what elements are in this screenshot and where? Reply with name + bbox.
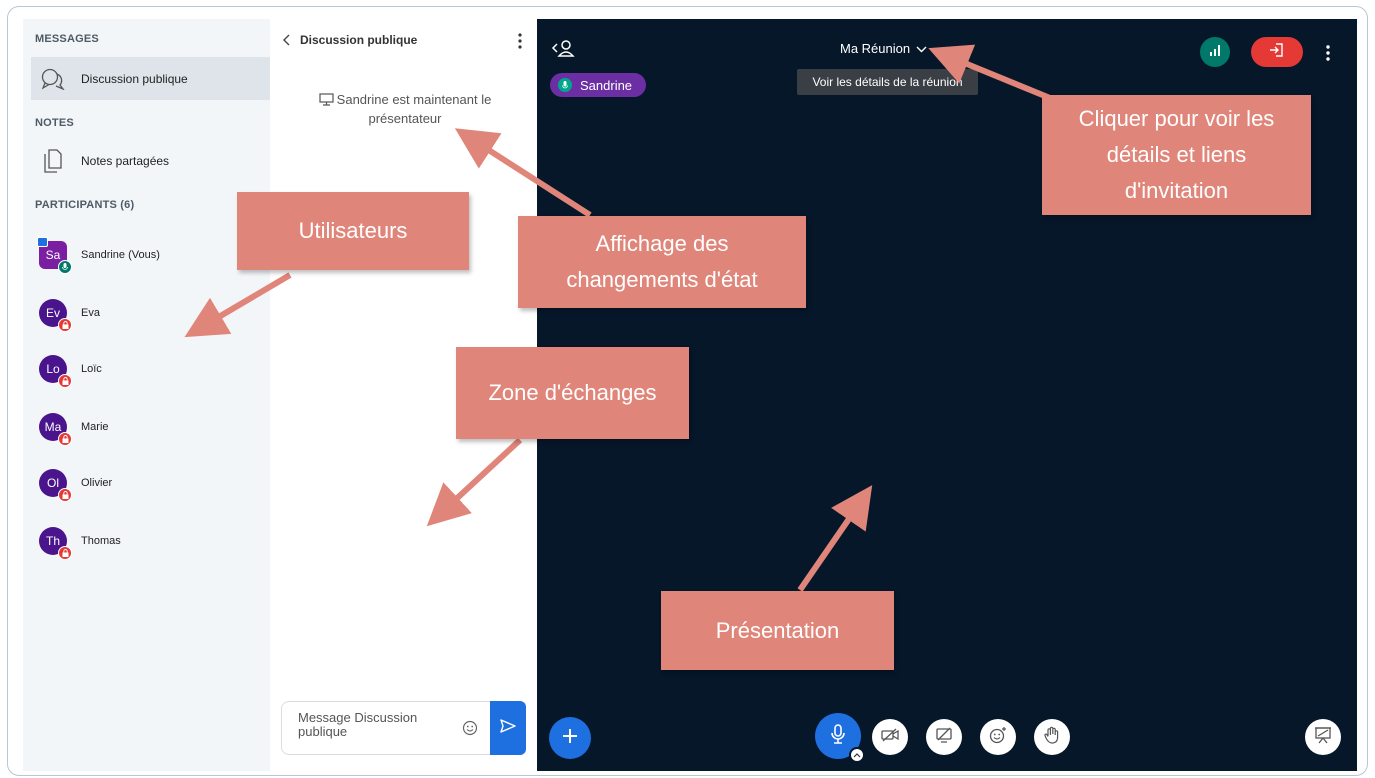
raise-hand-button[interactable]	[1034, 719, 1070, 755]
participant-name: Thomas	[81, 535, 121, 547]
presentation-icon	[1314, 726, 1332, 749]
participant-item[interactable]: Ev Eva	[23, 291, 270, 335]
public-chat-label: Discussion publique	[81, 71, 188, 86]
kebab-menu-icon[interactable]	[518, 33, 522, 54]
avatar: Ma	[39, 413, 72, 446]
notes-section-title: NOTES	[35, 117, 74, 129]
messages-section-title: MESSAGES	[35, 33, 99, 45]
sidebar: MESSAGES Discussion publique NOTES Notes…	[23, 19, 270, 771]
lock-icon	[58, 546, 72, 560]
screen-share-button[interactable]	[926, 719, 962, 755]
microphone-button[interactable]	[815, 713, 865, 763]
send-button[interactable]	[490, 701, 526, 755]
participants-section-title: PARTICIPANTS (6)	[35, 199, 135, 211]
sidebar-item-public-chat[interactable]: Discussion publique	[31, 57, 270, 100]
screen-share-off-icon	[935, 727, 953, 748]
lock-icon	[58, 318, 72, 332]
avatar: Lo	[39, 355, 72, 388]
chevron-left-icon[interactable]	[282, 34, 290, 46]
audio-settings-chevron-icon[interactable]	[849, 747, 865, 763]
participant-item[interactable]: Ma Marie	[23, 405, 270, 449]
presentation-icon	[319, 93, 334, 110]
plus-icon	[561, 727, 579, 750]
signal-icon	[1209, 43, 1221, 61]
presenter-talking-indicator[interactable]: Sandrine	[550, 73, 647, 97]
lock-icon	[58, 488, 72, 502]
participant-item[interactable]: Th Thomas	[23, 519, 270, 563]
collapse-user-list-icon[interactable]	[551, 39, 575, 62]
participant-name: Eva	[81, 307, 100, 319]
leave-button[interactable]	[1251, 37, 1303, 67]
presentation-toggle-button[interactable]	[1305, 719, 1341, 755]
lock-icon	[58, 432, 72, 446]
chat-status-message: Sandrine est maintenant le présentateur	[300, 91, 510, 127]
notes-icon	[35, 148, 71, 174]
avatar: Sa	[37, 237, 72, 274]
chevron-down-icon	[916, 41, 927, 56]
camera-button[interactable]	[872, 719, 908, 755]
callout-exchange-zone: Zone d'échanges	[456, 347, 689, 439]
presenter-icon	[37, 237, 48, 247]
microphone-icon	[831, 723, 845, 749]
connection-status-button[interactable]	[1200, 37, 1230, 67]
chat-message-input[interactable]: Message Discussion publique	[281, 701, 491, 755]
shared-notes-label: Notes partagées	[81, 153, 170, 168]
leave-icon	[1269, 42, 1285, 62]
chat-title: Discussion publique	[300, 33, 418, 47]
callout-users: Utilisateurs	[237, 192, 469, 270]
lock-icon	[58, 374, 72, 388]
microphone-icon	[58, 260, 72, 274]
callout-presentation: Présentation	[661, 591, 894, 670]
actions-button[interactable]	[549, 717, 591, 759]
chat-bubbles-icon	[35, 68, 71, 90]
meeting-title-button[interactable]: Ma Réunion	[840, 41, 927, 56]
participant-item[interactable]: Ol Olivier	[23, 461, 270, 505]
camera-off-icon	[881, 728, 899, 747]
send-icon	[500, 718, 516, 738]
participant-name: Olivier	[81, 477, 113, 489]
raise-hand-icon	[1044, 726, 1060, 749]
callout-state-changes: Affichage des changements d'état	[518, 216, 806, 308]
meeting-details-tooltip: Voir les détails de la réunion	[797, 69, 978, 95]
participant-item[interactable]: Sa Sandrine (Vous)	[23, 233, 270, 277]
participant-item[interactable]: Lo Loïc	[23, 347, 270, 391]
reaction-icon	[989, 726, 1007, 749]
reactions-button[interactable]	[980, 719, 1016, 755]
chat-header[interactable]: Discussion publique	[282, 33, 417, 47]
avatar: Ev	[39, 299, 72, 332]
avatar: Th	[39, 527, 72, 560]
participant-name: Marie	[81, 421, 109, 433]
microphone-icon	[558, 78, 572, 92]
presenter-name: Sandrine	[580, 77, 633, 93]
kebab-menu-icon[interactable]	[1326, 45, 1330, 66]
callout-meeting-details: Cliquer pour voir les détails et liens d…	[1042, 95, 1311, 215]
sidebar-item-shared-notes[interactable]: Notes partagées	[31, 139, 270, 182]
avatar: Ol	[39, 469, 72, 502]
participant-name: Sandrine (Vous)	[81, 249, 160, 261]
emoji-icon[interactable]	[462, 720, 478, 739]
participant-name: Loïc	[81, 363, 102, 375]
